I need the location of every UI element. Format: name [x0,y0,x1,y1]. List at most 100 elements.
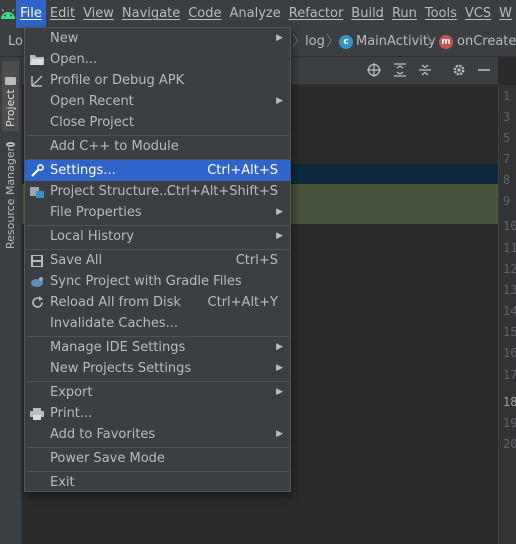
menu-item-label: Export [50,385,93,400]
menu-item-settings[interactable]: Settings... Ctrl+Alt+S [25,160,290,181]
line-number: 20 [503,437,516,451]
menu-item-print[interactable]: Print... [25,403,290,424]
menu-navigate[interactable]: Navigate [118,0,184,28]
resources-icon [6,142,15,147]
breadcrumb-separator: 〉 [292,34,306,50]
line-number: 17 [503,368,516,382]
menu-item-label: Print... [50,406,93,421]
line-number: 1 [503,89,511,103]
menu-item-close-project[interactable]: Close Project [25,112,290,133]
left-tool-strip: Project Resource Manager [0,57,22,544]
menu-item-exit[interactable]: Exit [25,472,290,493]
menu-item-new[interactable]: New ▶ [25,28,290,49]
menu-item-add-to-favorites[interactable]: Add to Favorites ▶ [25,424,290,445]
editor-gutter: 1 3 5 7 8 9 10 11 12 13 14 15 16 17 18 1… [498,85,516,544]
menu-bar: File Edit View Navigate Code Analyze Ref… [0,0,516,28]
menu-item-manage-ide-settings[interactable]: Manage IDE Settings ▶ [25,337,290,358]
menu-item-label: File Properties [50,205,142,220]
line-number: 14 [503,304,516,318]
submenu-arrow-icon: ▶ [276,207,283,217]
menu-code[interactable]: Code [184,0,225,28]
line-number: 13 [503,283,516,297]
resource-manager-tool-tab[interactable]: Resource Manager [2,139,19,249]
menu-item-invalidate-caches[interactable]: Invalidate Caches... [25,313,290,334]
breadcrumb-project[interactable]: Lo [8,28,23,56]
menu-item-project-structure[interactable]: Project Structure... Ctrl+Alt+Shift+S [25,181,290,202]
menu-tools[interactable]: Tools [421,0,461,28]
menu-build[interactable]: Build [347,0,388,28]
hide-panel-icon[interactable] [474,60,494,80]
menu-item-export[interactable]: Export ▶ [25,382,290,403]
menu-item-save-all[interactable]: Save All Ctrl+S [25,250,290,271]
submenu-arrow-icon: ▶ [276,33,283,43]
gear-icon[interactable] [449,60,469,80]
menu-item-add-cpp-to-module[interactable]: Add C++ to Module [25,136,290,157]
submenu-arrow-icon: ▶ [276,342,283,352]
menu-item-open-recent[interactable]: Open Recent ▶ [25,91,290,112]
submenu-arrow-icon: ▶ [276,231,283,241]
menu-item-label: Close Project [50,115,135,130]
collapse-all-icon[interactable] [415,60,435,80]
wrench-icon [29,163,45,178]
menu-item-reload-from-disk[interactable]: Reload All from Disk Ctrl+Alt+Y [25,292,290,313]
menu-item-profile-debug-apk[interactable]: Profile or Debug APK [25,70,290,91]
menu-item-label: Reload All from Disk [50,295,181,310]
menu-item-power-save-mode[interactable]: Power Save Mode [25,448,290,469]
menu-item-label: Manage IDE Settings [50,340,186,355]
menu-item-label: New Projects Settings [50,361,192,376]
breadcrumb-package[interactable]: log [305,28,325,56]
line-number: 19 [503,416,516,430]
open-folder-icon [29,52,45,67]
gradle-sync-icon [29,274,45,289]
locate-icon[interactable] [364,60,384,80]
menu-item-label: Add C++ to Module [50,139,179,154]
project-tab-label: Project [4,89,17,127]
menu-analyze[interactable]: Analyze [226,0,285,28]
line-number-current: 18 [503,395,516,409]
menu-item-label: New [50,31,79,46]
android-logo-icon [0,0,16,28]
menu-item-shortcut: Ctrl+Alt+S [207,163,278,178]
menu-refactor[interactable]: Refactor [285,0,348,28]
line-number: 15 [503,325,516,339]
breadcrumb-method[interactable]: onCreate [457,28,516,56]
menu-window[interactable]: W [495,0,516,28]
menu-item-sync-gradle[interactable]: Sync Project with Gradle Files [25,271,290,292]
line-number: 16 [503,346,516,360]
submenu-arrow-icon: ▶ [276,363,283,373]
project-tool-tab[interactable]: Project [2,61,19,131]
menu-edit[interactable]: Edit [46,0,79,28]
method-icon: m [439,35,453,49]
class-icon: c [339,35,353,49]
menu-item-new-projects-settings[interactable]: New Projects Settings ▶ [25,358,290,379]
menu-item-file-properties[interactable]: File Properties ▶ [25,202,290,223]
line-number: 7 [503,152,511,166]
breadcrumb-class[interactable]: MainActivity [356,28,436,56]
menu-item-open[interactable]: Open... [25,49,290,70]
menu-item-local-history[interactable]: Local History ▶ [25,226,290,247]
line-number: 5 [503,131,511,145]
line-number: 9 [503,194,511,208]
submenu-arrow-icon: ▶ [276,387,283,397]
reload-icon [29,295,45,310]
menu-item-label: Exit [50,475,75,490]
menu-vcs[interactable]: VCS [461,0,495,28]
file-menu-dropdown: New ▶ Open... Profile or Debug APK Open … [24,27,291,492]
menu-item-label: Open Recent [50,94,134,109]
expand-all-icon[interactable] [390,60,410,80]
menu-file[interactable]: File [16,0,46,28]
menu-item-shortcut: Ctrl+Alt+Y [207,295,278,310]
menu-item-label: Open... [50,52,98,67]
line-number: 8 [503,173,511,187]
menu-run[interactable]: Run [388,0,421,28]
line-number: 12 [503,262,516,276]
line-number: 11 [503,241,516,255]
submenu-arrow-icon: ▶ [276,429,283,439]
resource-manager-tab-label: Resource Manager [4,146,17,249]
folder-icon [5,77,16,86]
menu-item-label: Local History [50,229,135,244]
profile-apk-icon [29,73,45,88]
submenu-arrow-icon: ▶ [276,96,283,106]
menu-view[interactable]: View [79,0,118,28]
menu-item-label: Invalidate Caches... [50,316,179,331]
